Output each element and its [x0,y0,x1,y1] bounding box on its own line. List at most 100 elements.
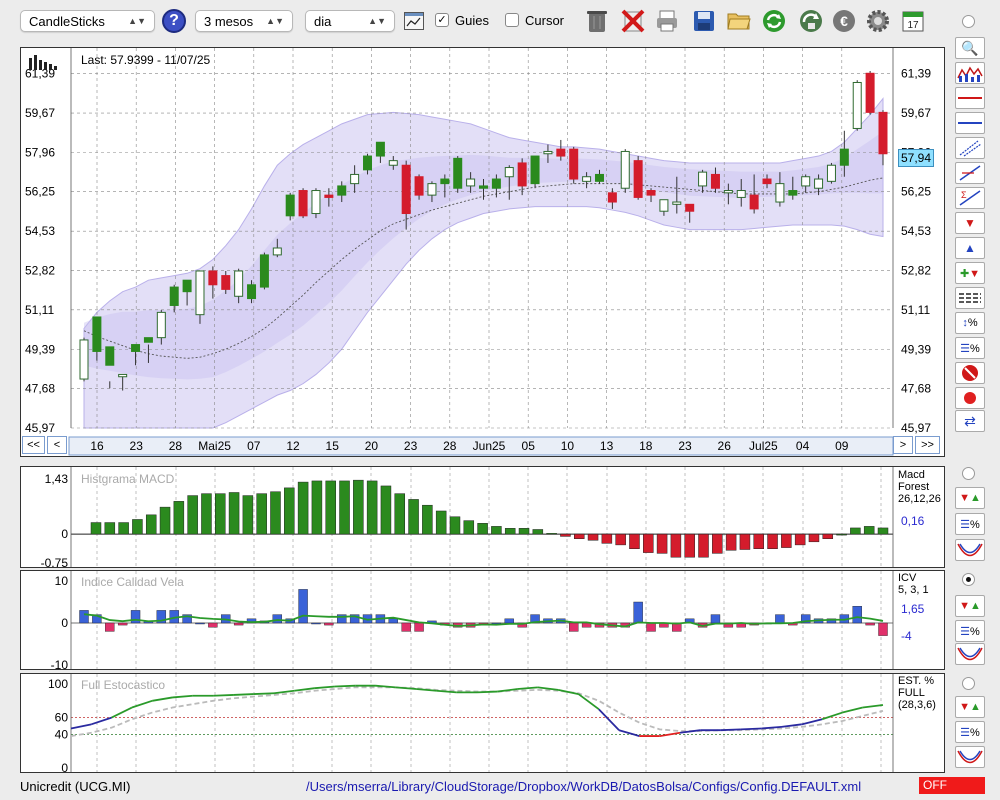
blue-arrow-up-icon: ▲ [964,241,976,255]
trash-icon[interactable] [583,7,611,35]
volume-overlay-button[interactable] [955,62,985,84]
sync-button[interactable]: ⇄ [955,410,985,432]
main-chart-panel[interactable]: 61,3961,3959,6759,6757,9657,9656,2556,25… [20,47,945,457]
fibonacci-button[interactable]: Σ [955,187,985,209]
icv-lines-percent-button[interactable]: ☰% [955,620,985,642]
stoch-label-line1: EST. % [898,675,935,687]
candle-body [710,173,720,189]
y-tick-label: 49,39 [25,342,55,356]
recycle-icon[interactable] [797,7,825,35]
macd-bar [739,533,751,550]
arrow-up-button[interactable]: ▲ [955,237,985,259]
y-tick-label-right: 54,53 [901,224,931,238]
macd-value: 0,16 [901,514,925,528]
euro-icon[interactable]: € [830,7,858,35]
y-tick-label-right: 47,68 [901,382,931,396]
candle-body [285,194,295,217]
stoch-k-segment [70,723,92,730]
icv-side-label: ICV 5, 3, 1 [898,572,929,596]
svg-text:€: € [840,13,848,29]
icv-bar [79,610,89,624]
candle-body [504,167,514,178]
nav-next-button[interactable]: > [893,436,913,454]
hline-red-button[interactable] [955,87,985,109]
ticker-label: Unicredit (UCG.MI) [20,779,131,794]
config-path-link[interactable]: /Users/mserra/Library/CloudStorage/Dropb… [306,779,861,794]
stoch-k-segment [821,711,843,721]
chart-type-select[interactable]: CandleSticks ▲▼ [20,10,155,32]
trend-line-button[interactable] [955,162,985,184]
macd-bar [228,492,240,535]
gear-icon[interactable] [864,7,892,35]
stoch-panel-radio[interactable] [962,677,975,690]
zoom-button[interactable]: 🔍 [955,37,985,59]
candle-body [685,203,695,212]
macd-signals-button[interactable]: ▼▲ [955,487,985,509]
range-percent-button[interactable]: ↕% [955,312,985,334]
red-arrow-down-icon: ▼ [964,216,976,230]
icv-signals-button[interactable]: ▼▲ [955,595,985,617]
macd-panel-radio[interactable] [962,467,975,480]
y-tick-label: 52,82 [25,264,55,278]
lines-percent-icon: ☰% [960,625,980,638]
candle-body [156,311,166,339]
bar-chart-mode-icon[interactable] [29,54,59,70]
save-icon[interactable] [690,7,718,35]
stoch-signals-button[interactable]: ▼▲ [955,696,985,718]
record-button[interactable] [955,387,985,409]
period-select[interactable]: 3 mesos ▲▼ [195,10,293,32]
open-folder-icon[interactable] [725,7,753,35]
stop-button[interactable] [955,362,985,384]
print-icon[interactable] [653,7,681,35]
macd-bar [463,520,475,535]
guides-checkbox[interactable]: ✓ [435,13,449,27]
macd-bar [518,528,530,535]
stoch-indicator-button[interactable] [955,746,985,768]
candle-body [878,111,888,155]
macd-bar [366,480,378,535]
arrow-down-button[interactable]: ▼ [955,212,985,234]
icv-indicator-button[interactable] [955,643,985,665]
macd-indicator-button[interactable] [955,539,985,561]
nav-prev-button[interactable]: < [47,436,67,454]
main-panel-radio[interactable] [962,15,975,28]
macd-bar [325,480,336,535]
candle-body [607,192,617,203]
macd-panel[interactable]: 1,43 0 -0,75 Histgrama MACD Macd Forest 26… [20,466,945,568]
candle-body [350,173,360,185]
candle-body [775,183,785,203]
indicator-curve-icon [957,647,983,661]
icv-panel[interactable]: 10 0 -10 Indice Calidad Vela ICV 5, 3, 1 1… [20,570,945,670]
delete-icon[interactable] [619,7,647,35]
grid-lines-button[interactable] [955,287,985,309]
stoch-lines-percent-button[interactable]: ☰% [955,721,985,743]
interval-select[interactable]: dia ▲▼ [305,10,395,32]
nav-first-button[interactable]: << [22,436,45,454]
macd-bar [601,533,613,544]
stoch-panel[interactable]: 100 60 40 0 Full Estocastico EST. % FULL (2… [20,673,945,773]
help-icon[interactable]: ? [162,9,186,33]
buy-sell-signals-button[interactable]: ✚▼ [955,262,985,284]
mode-badge[interactable]: OFF [919,777,985,794]
y-tick-label: 47,68 [25,382,55,396]
trend-channel-button[interactable] [955,137,985,159]
candle-body [556,148,566,157]
chart-window-icon[interactable] [404,12,424,30]
nav-last-button[interactable]: >> [915,436,940,454]
stoch-label-line3: (28,3,6) [898,699,936,711]
y-tick-label: 51,11 [25,303,54,317]
icv-bar [401,622,411,632]
nav-prev-label: < [53,439,61,451]
y-tick-label: 60 [55,711,69,725]
last-price-label: Last: 57.9399 - 11/07/25 [81,53,211,67]
macd-label-line1: Macd [898,469,925,481]
lines-percent-button[interactable]: ☰% [955,337,985,359]
stoch-label-line2: FULL [898,687,925,699]
calendar-icon[interactable]: 17 [899,7,927,35]
macd-lines-percent-button[interactable]: ☰% [955,513,985,535]
hline-blue-button[interactable] [955,112,985,134]
cursor-checkbox[interactable] [505,13,519,27]
refresh-icon[interactable] [760,7,788,35]
candlestick-chart[interactable]: 61,3961,3959,6759,6757,9657,9656,2556,25… [21,48,945,457]
icv-panel-radio[interactable] [962,573,975,586]
